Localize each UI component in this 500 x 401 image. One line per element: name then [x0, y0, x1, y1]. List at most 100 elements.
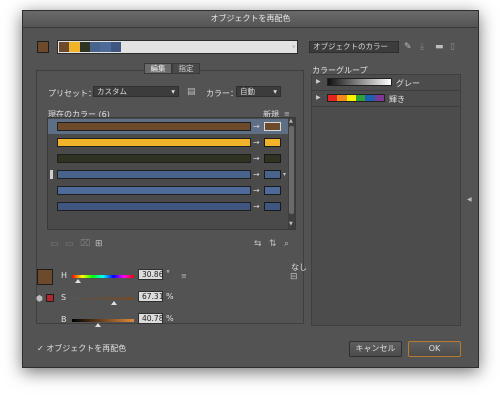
- tab-assign[interactable]: 指定: [172, 63, 200, 74]
- find-color-icon[interactable]: ⌕: [284, 239, 289, 249]
- new-color-swatch[interactable]: [264, 138, 281, 147]
- strip-swatch: [69, 42, 80, 52]
- recolor-checkbox[interactable]: ✓ オブジェクトを再配色: [37, 343, 126, 354]
- selected-color-swatch[interactable]: [37, 269, 53, 285]
- h-label: H: [61, 271, 68, 280]
- strip-swatch: [100, 42, 111, 52]
- group-swatch: [355, 95, 366, 101]
- recolor-dialog: オブジェクトを再配色 ▾ オブジェクトのカラー ✎ ⤓ ▬ ▯ 編集 指定 プリ…: [22, 10, 479, 368]
- current-color-row[interactable]: [57, 202, 251, 211]
- colors-count-select[interactable]: 自動 ▾: [236, 86, 281, 97]
- color-group-row[interactable]: ▶ 輝き: [312, 91, 460, 107]
- new-row-icon[interactable]: ⊞: [95, 239, 103, 249]
- current-color-row[interactable]: [57, 138, 251, 147]
- ok-button[interactable]: OK: [408, 341, 461, 357]
- tab-edit[interactable]: 編集: [144, 63, 172, 74]
- cancel-button[interactable]: キャンセル: [349, 341, 402, 357]
- random-saturation-icon[interactable]: ⇅: [269, 239, 277, 249]
- arrow-icon: →: [253, 122, 260, 131]
- group-swatch: [337, 95, 347, 101]
- strip-swatch: [59, 42, 70, 52]
- current-color-row[interactable]: [57, 186, 251, 195]
- exclude-colors-icon[interactable]: ⌧: [80, 239, 90, 249]
- group-name: グレー: [396, 79, 420, 88]
- strip-swatch: [89, 42, 101, 52]
- hsb-menu-icon[interactable]: ≡: [181, 271, 187, 281]
- active-color-swatch[interactable]: [37, 41, 49, 53]
- arrow-icon: →: [253, 138, 260, 147]
- group-swatch: [346, 95, 356, 101]
- color-strip[interactable]: [57, 40, 298, 54]
- scroll-up-icon[interactable]: ▲: [289, 118, 293, 124]
- group-swatch: [328, 95, 338, 101]
- current-color-row[interactable]: [57, 122, 251, 131]
- random-order-icon[interactable]: ⇆: [254, 239, 262, 249]
- b-unit: %: [166, 314, 174, 323]
- new-color-swatch[interactable]: [264, 154, 281, 163]
- preset-label: プリセット：: [48, 89, 96, 98]
- group-swatch: [365, 95, 375, 101]
- grey-group-swatches: [327, 78, 392, 86]
- group-swatch: [374, 95, 384, 101]
- out-of-gamut-swatch[interactable]: [46, 294, 54, 302]
- new-color-swatch[interactable]: [264, 170, 281, 179]
- brightness-slider[interactable]: [72, 319, 134, 322]
- chevron-down-icon: ▾: [171, 87, 175, 96]
- scroll-thumb[interactable]: [289, 126, 294, 214]
- new-color-swatch[interactable]: [264, 186, 281, 195]
- b-value-field[interactable]: 40.78: [138, 313, 163, 324]
- h-unit: °: [166, 269, 170, 278]
- collapse-panel-icon[interactable]: ◀: [467, 195, 472, 205]
- current-color-row[interactable]: [57, 154, 251, 163]
- color-list: → → → → ▾ → → ▲ ▼: [47, 117, 296, 230]
- hue-slider[interactable]: [72, 275, 134, 278]
- s-unit: %: [166, 292, 174, 301]
- grid-menu-icon[interactable]: ▤: [187, 87, 196, 97]
- expand-arrow-icon[interactable]: ▶: [316, 78, 321, 85]
- cube-icon[interactable]: ⬢: [36, 294, 43, 304]
- row-dropdown-icon[interactable]: ▾: [283, 170, 286, 180]
- arrow-icon: →: [253, 170, 260, 179]
- arrow-icon: →: [253, 186, 260, 195]
- eyedropper-icon[interactable]: ✎: [404, 42, 412, 52]
- color-group-row[interactable]: ▶ グレー: [312, 75, 460, 91]
- s-value-field[interactable]: 67.31: [138, 291, 163, 302]
- strip-dropdown-icon[interactable]: ▾: [292, 42, 296, 52]
- colors-label: カラー：: [206, 89, 238, 98]
- scroll-down-icon[interactable]: ▼: [289, 221, 293, 227]
- none-swatch-icon[interactable]: ⊟: [290, 272, 298, 282]
- save-group-icon[interactable]: ⤓: [420, 42, 424, 52]
- bright-group-swatches: [327, 94, 385, 102]
- checkmark-icon: ✓: [37, 344, 44, 353]
- separate-colors-icon[interactable]: ▭: [65, 239, 74, 249]
- hue-slider-thumb[interactable]: [75, 279, 81, 283]
- recolor-checkbox-label: オブジェクトを再配色: [46, 344, 127, 353]
- expand-arrow-icon[interactable]: ▶: [316, 94, 321, 101]
- arrow-icon: →: [253, 154, 260, 163]
- b-label: B: [61, 315, 67, 324]
- merge-colors-icon[interactable]: ▭: [50, 239, 59, 249]
- h-value-field[interactable]: 30.86: [138, 269, 163, 280]
- new-color-swatch[interactable]: [264, 122, 281, 131]
- color-groups-panel: ▶ グレー ▶ 輝き: [311, 74, 461, 326]
- preset-name-field[interactable]: オブジェクトのカラー: [309, 41, 399, 53]
- list-scrollbar[interactable]: ▲ ▼: [288, 118, 295, 229]
- preset-select[interactable]: カスタム ▾: [93, 86, 179, 97]
- trash-icon[interactable]: ▯: [450, 42, 455, 52]
- folder-icon[interactable]: ▬: [435, 42, 444, 52]
- chevron-down-icon: ▾: [273, 87, 277, 96]
- color-strip-swatches: [59, 42, 121, 52]
- row-drag-handle[interactable]: [50, 170, 53, 179]
- arrow-icon: →: [253, 202, 260, 211]
- dialog-title: オブジェクトを再配色: [23, 11, 478, 28]
- current-color-row[interactable]: [57, 170, 251, 179]
- saturation-slider[interactable]: [72, 297, 134, 300]
- brightness-slider-thumb[interactable]: [95, 323, 101, 327]
- saturation-slider-thumb[interactable]: [111, 301, 117, 305]
- group-name: 輝き: [389, 95, 405, 104]
- s-label: S: [61, 293, 67, 302]
- strip-swatch: [110, 42, 121, 52]
- colors-value: 自動: [240, 87, 255, 96]
- strip-swatch: [79, 42, 90, 52]
- new-color-swatch[interactable]: [264, 202, 281, 211]
